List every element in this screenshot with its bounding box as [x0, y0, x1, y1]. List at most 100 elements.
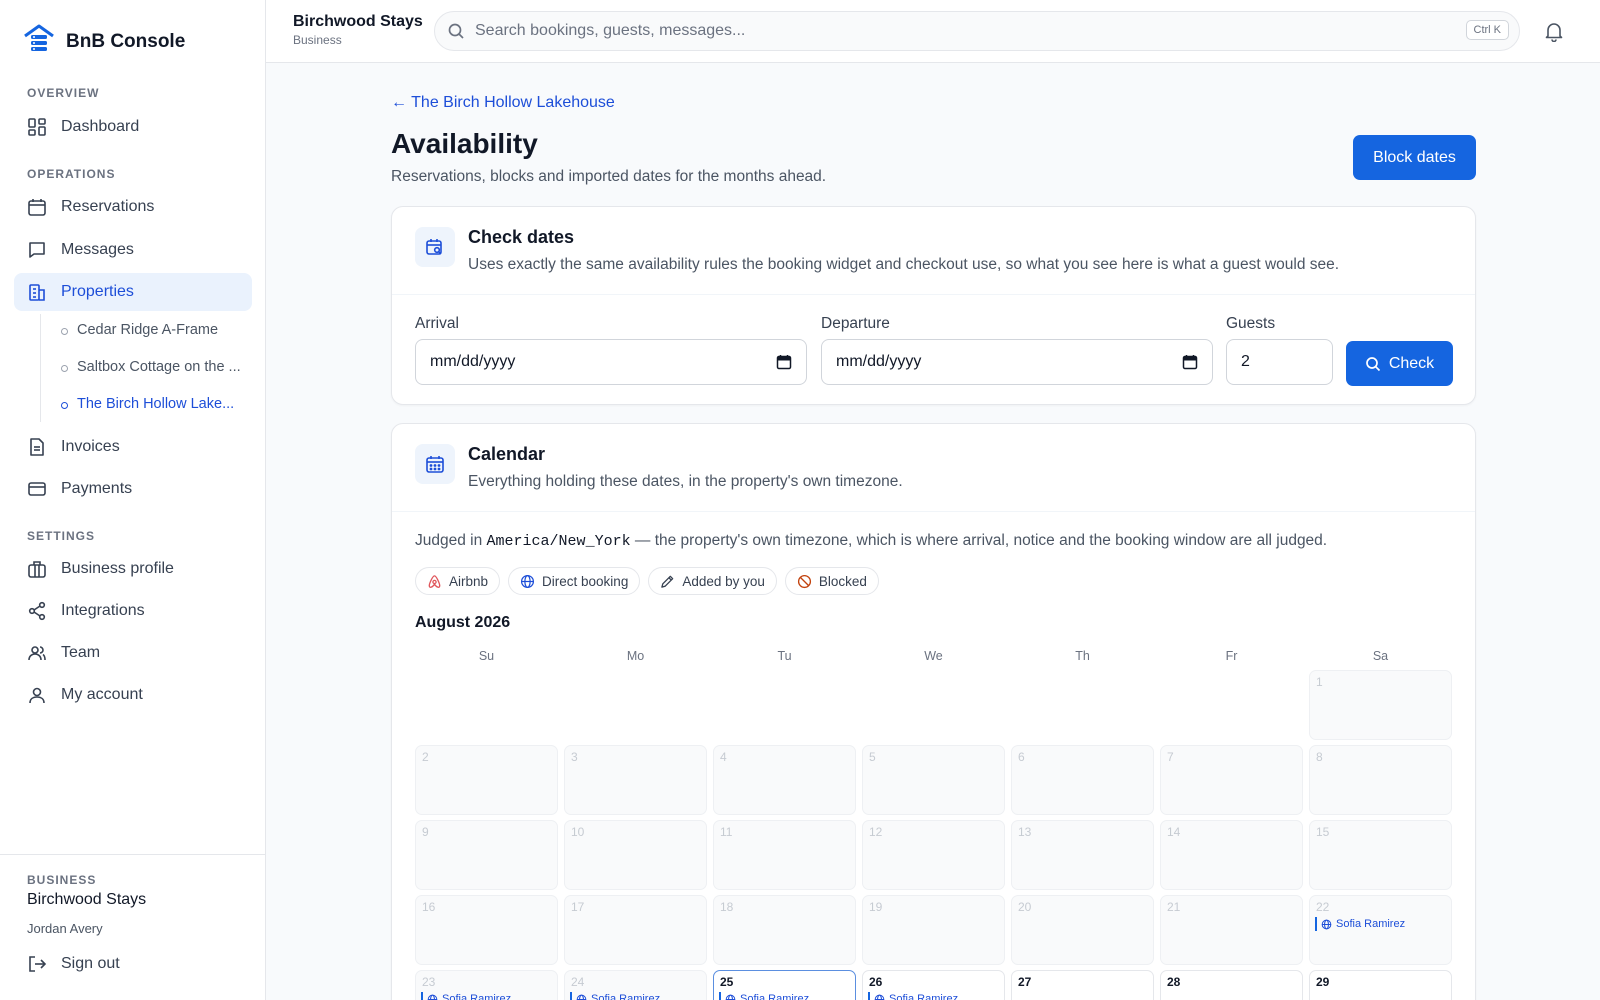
nav-team[interactable]: Team — [14, 634, 252, 672]
calendar-day[interactable]: 21 — [1160, 895, 1303, 965]
calendar-day[interactable]: 7 — [1160, 745, 1303, 815]
calendar-day[interactable]: 28 — [1160, 970, 1303, 1000]
calendar-day[interactable]: 12 — [862, 820, 1005, 890]
day-number: 3 — [571, 750, 578, 764]
share-icon — [28, 601, 46, 621]
calendar-day[interactable]: 24 Sofia Ramirez — [564, 970, 707, 1000]
weekday-header: Sa — [1372, 649, 1389, 663]
notifications-bell-icon[interactable] — [1543, 20, 1565, 47]
guests-input[interactable]: 2 — [1226, 339, 1333, 385]
weekday-header: Th — [1075, 649, 1090, 663]
calendar-day-today[interactable]: 25 Sofia Ramirez — [713, 970, 856, 1000]
arrival-value: mm/dd/yyyy — [430, 353, 516, 370]
nav-messages-label: Messages — [61, 241, 134, 258]
search-bar[interactable]: Ctrl K — [434, 11, 1520, 51]
day-number: 26 — [869, 975, 883, 989]
day-number: 5 — [869, 750, 876, 764]
calendar-day[interactable]: 3 — [564, 745, 707, 815]
calendar-day[interactable]: 16 — [415, 895, 558, 965]
section-overview: OVERVIEW — [27, 86, 100, 100]
day-number: 1 — [1316, 675, 1323, 689]
search-icon — [448, 23, 464, 39]
calendar-day[interactable]: 5 — [862, 745, 1005, 815]
calendar-day[interactable]: 15 — [1309, 820, 1452, 890]
nav-payments[interactable]: Payments — [14, 470, 252, 508]
nav-reservations[interactable]: Reservations — [14, 188, 252, 226]
calendar-day[interactable]: 17 — [564, 895, 707, 965]
calendar-day[interactable]: 29 — [1309, 970, 1452, 1000]
block-dates-button[interactable]: Block dates — [1353, 135, 1476, 180]
day-number: 19 — [869, 900, 883, 914]
booking-entry[interactable]: Sofia Ramirez — [1315, 917, 1405, 931]
check-button[interactable]: Check — [1346, 341, 1453, 386]
calendar-day[interactable]: 23 Sofia Ramirez — [415, 970, 558, 1000]
nav-integrations[interactable]: Integrations — [14, 592, 252, 630]
calendar-day[interactable]: 19 — [862, 895, 1005, 965]
user-name: Jordan Avery — [27, 921, 103, 936]
calendar-day[interactable]: 13 — [1011, 820, 1154, 890]
blocked-icon — [797, 574, 811, 588]
building-icon — [29, 284, 45, 301]
nav-properties-label: Properties — [61, 283, 134, 300]
arrival-label: Arrival — [415, 315, 459, 332]
calendar-icon — [415, 444, 455, 484]
sign-out-button[interactable]: Sign out — [14, 945, 252, 983]
legend-direct-label: Direct booking — [542, 573, 629, 589]
calendar-day[interactable]: 14 — [1160, 820, 1303, 890]
brand[interactable]: BnB Console — [22, 22, 185, 61]
day-number: 18 — [720, 900, 734, 914]
booking-entry[interactable]: Sofia Ramirez — [719, 992, 809, 1000]
check-dates-card: Check dates Uses exactly the same availa… — [391, 206, 1476, 405]
business-name: Birchwood Stays — [27, 891, 147, 908]
calendar-day[interactable]: 4 — [713, 745, 856, 815]
booking-entry[interactable]: Sofia Ramirez — [570, 992, 660, 1000]
date-picker-icon[interactable] — [776, 354, 792, 370]
calendar-day[interactable]: 20 — [1011, 895, 1154, 965]
property-item[interactable]: Cedar Ridge A-Frame — [61, 322, 249, 338]
back-link[interactable]: ← The Birch Hollow Lakehouse — [391, 94, 615, 112]
nav-properties[interactable]: Properties — [14, 273, 252, 311]
nav-dashboard[interactable]: Dashboard — [14, 108, 252, 146]
day-number: 12 — [869, 825, 883, 839]
day-number: 20 — [1018, 900, 1032, 914]
calendar-day[interactable]: 1 — [1309, 670, 1452, 740]
nav-messages[interactable]: Messages — [14, 231, 252, 269]
nav-invoices[interactable]: Invoices — [14, 428, 252, 466]
calendar-day[interactable]: 6 — [1011, 745, 1154, 815]
check-dates-header: Check dates Uses exactly the same availa… — [392, 207, 1475, 295]
property-item[interactable]: Saltbox Cottage on the ... — [61, 359, 249, 375]
calendar-day[interactable]: 22 Sofia Ramirez — [1309, 895, 1452, 965]
calendar-day[interactable]: 9 — [415, 820, 558, 890]
globe-icon — [521, 574, 535, 588]
workspace-subtitle: Business — [293, 33, 342, 47]
calendar-day[interactable]: 27 — [1011, 970, 1154, 1000]
day-number: 14 — [1167, 825, 1181, 839]
day-number: 8 — [1316, 750, 1323, 764]
day-number: 17 — [571, 900, 585, 914]
departure-date-input[interactable]: mm/dd/yyyy — [821, 339, 1213, 385]
calendar-day[interactable]: 18 — [713, 895, 856, 965]
calendar-day[interactable]: 10 — [564, 820, 707, 890]
calendar-day[interactable]: 11 — [713, 820, 856, 890]
property-item-active[interactable]: The Birch Hollow Lake... — [61, 396, 249, 412]
section-settings: SETTINGS — [27, 529, 96, 543]
day-number: 13 — [1018, 825, 1032, 839]
booking-entry[interactable]: Sofia Ramirez — [868, 992, 958, 1000]
nav-team-label: Team — [61, 644, 101, 661]
nav-invoices-label: Invoices — [61, 438, 120, 455]
day-number: 27 — [1018, 975, 1032, 989]
nav-my-account[interactable]: My account — [14, 676, 252, 714]
calendar-day[interactable]: 26 Sofia Ramirez — [862, 970, 1005, 1000]
month-label: August 2026 — [415, 614, 511, 631]
app-name: BnB Console — [66, 30, 186, 52]
search-icon — [1365, 356, 1380, 371]
search-shortcut: Ctrl K — [1465, 20, 1509, 40]
nav-business-profile[interactable]: Business profile — [14, 550, 252, 588]
day-number: 6 — [1018, 750, 1025, 764]
date-picker-icon[interactable] — [1182, 354, 1198, 370]
search-input[interactable] — [475, 22, 1435, 40]
arrival-date-input[interactable]: mm/dd/yyyy — [415, 339, 807, 385]
booking-entry[interactable]: Sofia Ramirez — [421, 992, 511, 1000]
calendar-day[interactable]: 2 — [415, 745, 558, 815]
calendar-day[interactable]: 8 — [1309, 745, 1452, 815]
